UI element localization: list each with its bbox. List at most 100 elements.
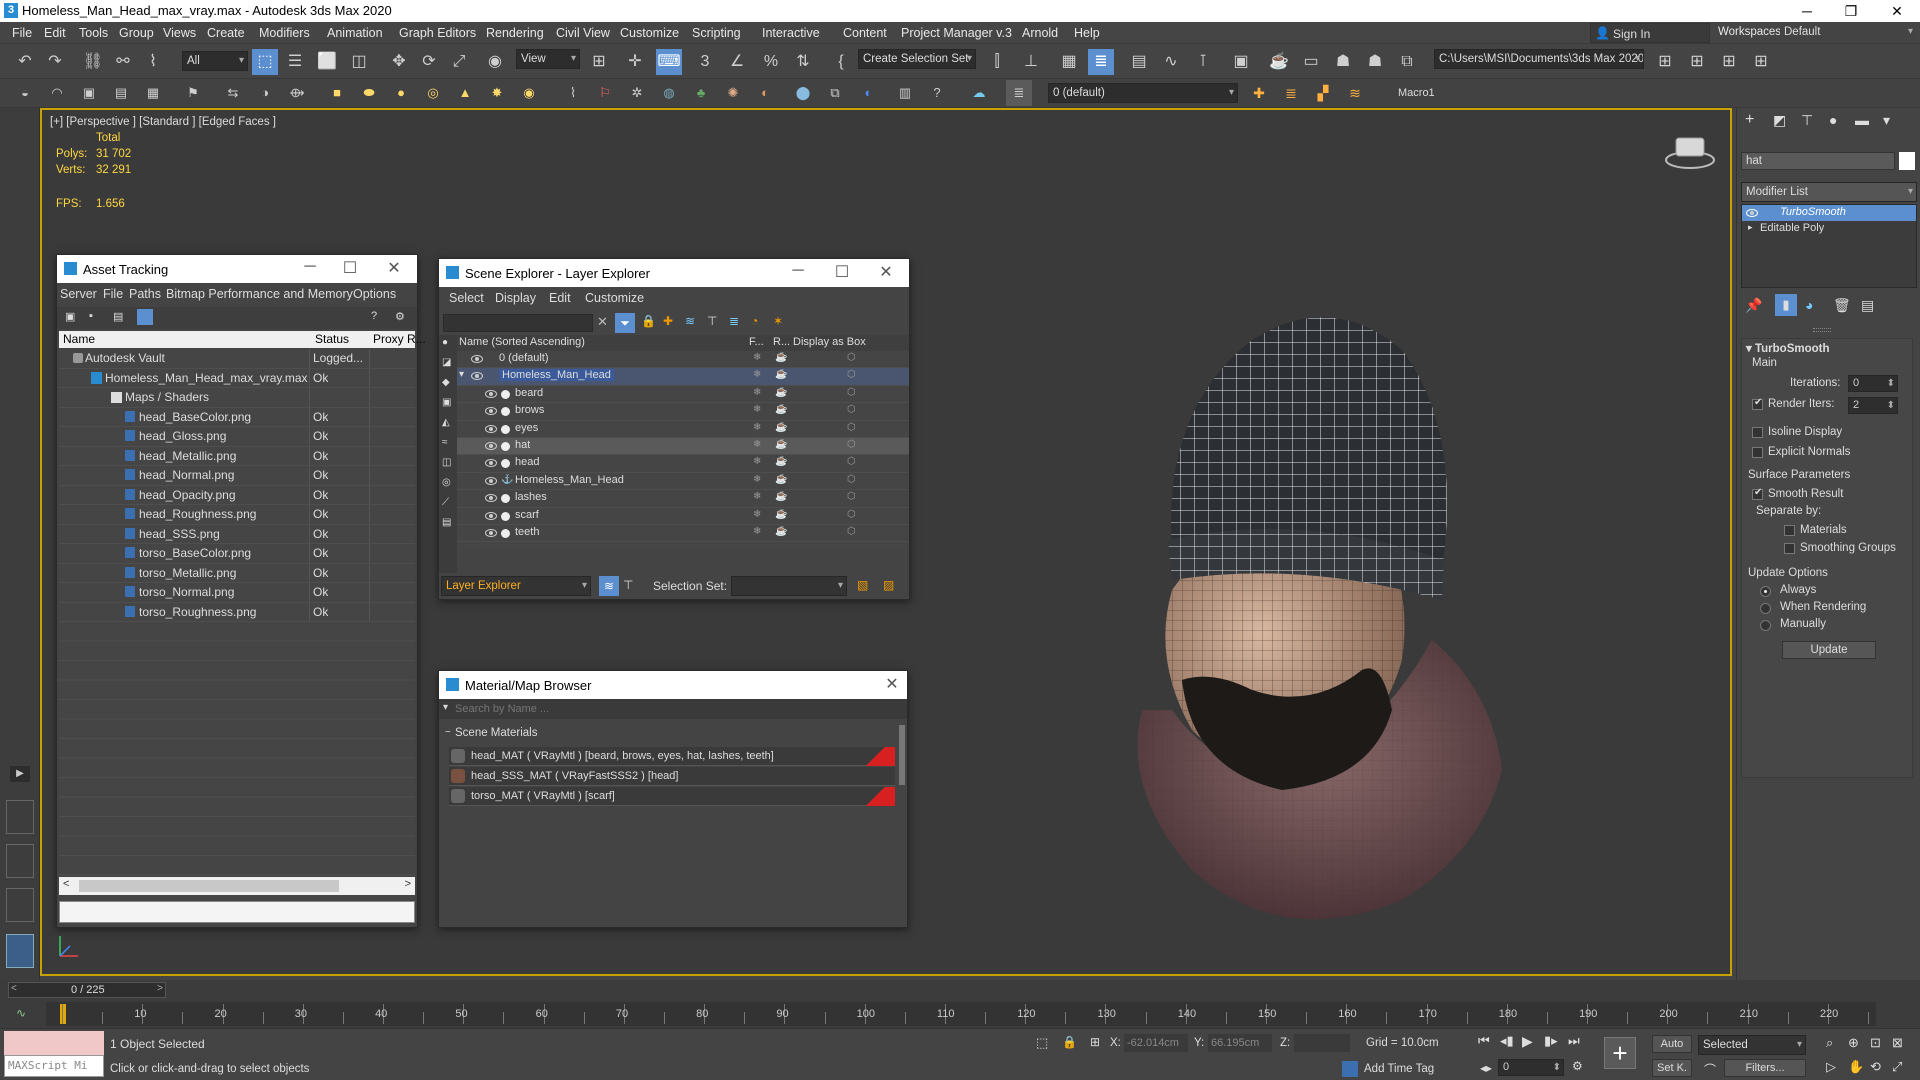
time-config-icon[interactable]: ⚙ xyxy=(1572,1059,1583,1073)
list-item[interactable]: head_Gloss.png Ok xyxy=(59,427,415,447)
freeze-icon[interactable]: ❄ xyxy=(753,404,761,415)
list-item[interactable]: torso_Metallic.png Ok xyxy=(59,564,415,583)
configure-modifier-icon[interactable]: ▤ xyxy=(1861,297,1874,314)
key-filter-dropdown[interactable]: Selected xyxy=(1698,1035,1806,1055)
rotate-icon[interactable]: ⟳ xyxy=(416,49,442,75)
render-production-icon[interactable]: ☗ xyxy=(1330,49,1356,75)
menu-customize[interactable]: Customize xyxy=(620,26,679,40)
smooth-result-checkbox[interactable]: ✔ xyxy=(1752,487,1763,500)
geosphere-icon[interactable]: ◉ xyxy=(516,80,542,106)
scene-search-field[interactable] xyxy=(443,314,593,332)
modifier-list-dropdown[interactable]: Modifier List xyxy=(1741,182,1917,202)
angle-snap-icon[interactable]: ∠ xyxy=(724,49,750,75)
lights-filter-icon[interactable]: ◆ xyxy=(442,377,450,388)
freeze-icon[interactable]: ❄ xyxy=(753,474,761,485)
column-name[interactable]: Name (Sorted Ascending) xyxy=(459,336,585,348)
render-in-cloud-icon[interactable]: ⧉ xyxy=(1394,49,1420,75)
toggle-ribbon-icon[interactable]: ▤ xyxy=(1126,49,1152,75)
graphite-icon-8[interactable]: ◑ xyxy=(252,80,278,106)
zoom-extents-icon[interactable]: ⊡ xyxy=(1870,1035,1881,1051)
select-object-icon[interactable]: ⬚ xyxy=(252,49,278,75)
box-icon[interactable]: ⬡ xyxy=(847,491,856,502)
scroll-thumb[interactable] xyxy=(79,880,339,892)
pivot-center-icon[interactable]: ⊞ xyxy=(586,49,612,75)
render-teapot-icon[interactable]: ☕ xyxy=(775,352,787,363)
material-item[interactable]: torso_MAT ( VRayMtl ) [scarf] xyxy=(449,787,895,806)
list-item[interactable]: torso_Roughness.png Ok xyxy=(59,603,415,622)
all-filter-icon[interactable]: ▤ xyxy=(442,517,451,528)
render-teapot-icon[interactable]: ☕ xyxy=(775,439,787,450)
default-tangents-icon[interactable]: ⌒ xyxy=(1704,1061,1716,1078)
pin-stack-icon[interactable]: 📌 xyxy=(1745,297,1762,314)
helpers-filter-icon[interactable]: ◭ xyxy=(442,417,450,428)
help-circle-icon[interactable]: ? xyxy=(924,80,950,106)
sign-in-dropdown[interactable]: 👤 Sign In xyxy=(1590,23,1710,43)
current-layer-dropdown[interactable]: 0 (default) xyxy=(1048,83,1238,103)
layer-row[interactable]: ▾ Homeless_Man_Head ❄ ☕ ⬡ xyxy=(457,368,909,386)
add-time-tag[interactable]: Add Time Tag xyxy=(1364,1063,1434,1075)
menu-options[interactable]: Options xyxy=(353,287,396,301)
vault-icon[interactable]: ⚙ xyxy=(395,310,405,323)
graphite-icon-6[interactable]: ⚑ xyxy=(180,80,206,106)
x-coordinate-field[interactable]: -62.014cm xyxy=(1124,1034,1188,1052)
key-filters-button[interactable]: Filters... xyxy=(1724,1059,1806,1077)
undo-icon[interactable]: ↶ xyxy=(12,49,38,75)
edit-named-selection-icon[interactable]: { xyxy=(828,49,854,75)
vray-icon-7[interactable]: ⧉ xyxy=(822,80,848,106)
render-teapot-icon[interactable]: ☕ xyxy=(775,456,787,467)
render-teapot-icon[interactable]: ☕ xyxy=(775,404,787,415)
select-by-name-icon[interactable]: ☰ xyxy=(282,49,308,75)
z-coordinate-field[interactable] xyxy=(1294,1034,1350,1052)
snaps-toggle-icon[interactable]: 3 xyxy=(692,49,718,75)
box-icon[interactable]: ⬡ xyxy=(847,352,856,363)
project-sync-icon[interactable]: ⊞ xyxy=(1716,49,1742,75)
align-icon[interactable]: ⊥ xyxy=(1018,49,1044,75)
column-render[interactable]: R... xyxy=(773,336,790,348)
layers-icon[interactable]: ≣ xyxy=(1006,80,1032,106)
selection-lock-icon[interactable]: 🔒 xyxy=(1062,1035,1077,1049)
visibility-eye-icon[interactable] xyxy=(471,355,483,363)
scene-explorer-titlebar[interactable]: Scene Explorer - Layer Explorer ─ ☐ ✕ xyxy=(439,259,909,287)
clear-search-icon[interactable]: ✕ xyxy=(597,314,608,330)
menu-content[interactable]: Content xyxy=(843,26,887,40)
save-set-icon[interactable]: ▧ xyxy=(857,578,868,592)
motion-tab-icon[interactable]: ● xyxy=(1829,112,1837,128)
object-row[interactable]: beard ❄ ☕ ⬡ xyxy=(457,386,909,404)
key-mode-icon[interactable]: ◂▸ xyxy=(1480,1061,1492,1075)
rollout-title[interactable]: ▾ TurboSmooth xyxy=(1746,341,1830,355)
object-row[interactable]: brows ❄ ☕ ⬡ xyxy=(457,403,909,421)
visibility-eye-icon[interactable] xyxy=(485,407,497,416)
layout-tab-active[interactable] xyxy=(6,934,34,968)
menu-create[interactable]: Create xyxy=(207,26,245,40)
visibility-eye-icon[interactable] xyxy=(485,529,497,537)
layout-tab-1[interactable] xyxy=(6,800,34,834)
helper-icon[interactable]: ⚐ xyxy=(592,80,618,106)
box-icon[interactable]: ⬡ xyxy=(847,422,856,433)
render-teapot-icon[interactable]: ☕ xyxy=(775,491,787,502)
maximize-icon[interactable]: ☐ xyxy=(337,258,363,278)
maxscript-input[interactable]: MAXScript Mi xyxy=(4,1055,104,1077)
list-item[interactable]: head_Normal.png Ok xyxy=(59,466,415,486)
menu-graph-editors[interactable]: Graph Editors xyxy=(399,26,476,40)
select-in-layer-icon[interactable]: ▞ xyxy=(1310,80,1336,106)
menu-bitmap-performance[interactable]: Bitmap Performance and Memory xyxy=(166,287,353,301)
shapes-filter-icon[interactable]: ◪ xyxy=(442,357,451,368)
graphite-icon-5[interactable]: ▦ xyxy=(140,80,166,106)
visibility-eye-icon[interactable] xyxy=(485,511,497,520)
go-to-end-icon[interactable]: ⏭ xyxy=(1568,1033,1580,1049)
macro-label[interactable]: Macro1 xyxy=(1398,87,1435,99)
new-layer-icon[interactable]: ✚ xyxy=(663,314,673,328)
xrefs-filter-icon[interactable]: ◎ xyxy=(442,477,451,488)
named-selection-dropdown[interactable]: Create Selection Set xyxy=(858,49,976,69)
help-icon[interactable]: ? xyxy=(371,310,377,322)
horizontal-scrollbar[interactable]: < > xyxy=(59,877,415,895)
view-icon-3[interactable]: ▤ xyxy=(113,310,123,323)
material-search-input[interactable] xyxy=(455,700,895,718)
maximize-icon[interactable]: ☐ xyxy=(829,262,855,282)
graphite-icon-7[interactable]: ⇆ xyxy=(220,80,246,106)
freeze-icon[interactable]: ❄ xyxy=(753,491,761,502)
layers-icon[interactable]: ≋ xyxy=(685,314,695,328)
menu-paths[interactable]: Paths xyxy=(129,287,161,301)
scroll-right-icon[interactable]: > xyxy=(405,878,411,890)
close-button[interactable]: ✕ xyxy=(1874,0,1920,22)
